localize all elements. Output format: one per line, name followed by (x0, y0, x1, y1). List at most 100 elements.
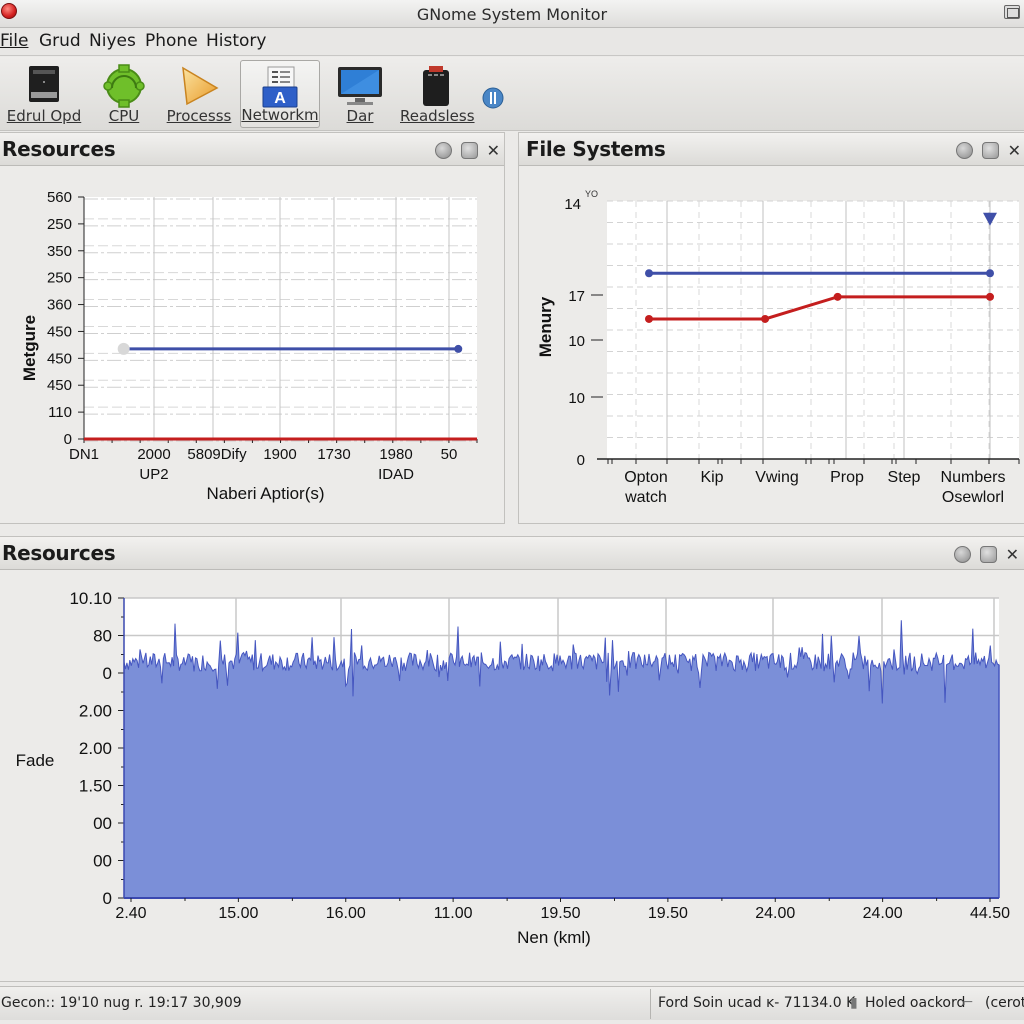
y-tick-label: 450 (47, 350, 72, 367)
x-tick-label: Numbers Osewlorl (941, 469, 1006, 506)
toolbar-button-processs[interactable]: Processs (163, 60, 235, 128)
status-bar: Gecon:: 19'10 nug r. 19:17 30,909 Ford S… (0, 986, 1024, 1020)
menu-niyes[interactable]: Niyes (89, 31, 136, 51)
menu-history[interactable]: History (206, 31, 266, 51)
window-title: GNome System Monitor (416, 5, 608, 24)
menu-grud[interactable]: Grud (39, 31, 81, 51)
restore-icon[interactable] (981, 141, 999, 159)
y-axis-label: Fade (16, 751, 55, 770)
y-tick-label: 110 (48, 404, 72, 421)
panel-title: Resources (2, 541, 116, 565)
x-tick-label: 2.40 (115, 905, 146, 922)
status-right-extra: (cerot (985, 995, 1024, 1011)
toolbar: Edrul Opd CPU Processs A Networkm Dar Re… (0, 57, 1024, 131)
x-axis-label: Nen (kml) (517, 928, 591, 947)
y-tick-label: 250 (47, 270, 72, 287)
network-document-icon: A (262, 66, 298, 108)
toolbar-button-readsless[interactable]: Readsless (400, 60, 475, 128)
restore-icon[interactable] (460, 141, 478, 159)
y-axis-label: Metgure (20, 315, 39, 381)
x-tick-label: 15.00 (218, 905, 258, 922)
toolbar-button-edrul-opd[interactable]: Edrul Opd (6, 60, 82, 128)
x-tick-label: 24.00 (755, 905, 795, 922)
file-systems-panel: File Systems ✕ 14 17 10 10 0 YO Opton watch Kip V… (518, 132, 1024, 524)
series-point-blue (645, 269, 653, 278)
x-tick-label: 1730 (317, 446, 350, 463)
y-tick-label: 360 (47, 297, 72, 314)
toolbar-button-cpu[interactable]: CPU (96, 60, 152, 128)
y-tick-label: 1.50 (79, 777, 112, 796)
x-tick-label: 11.00 (434, 905, 473, 922)
y-tick-label: 250 (47, 216, 72, 233)
y-tick-label: 2.00 (79, 739, 112, 758)
menu-bar: File Grud Niyes Phone History (0, 28, 1024, 56)
series-point-red (761, 314, 770, 323)
y-tick-label: 560 (47, 189, 72, 206)
y-axis-label: Menury (536, 296, 555, 357)
y-tick-label: 10 (568, 333, 585, 350)
y-tick-label: 0 (103, 664, 112, 683)
x-tick-label: Vwing (755, 469, 799, 486)
y-tick-label: 00 (93, 852, 112, 871)
status-separator-icon: ▮ (850, 995, 858, 1011)
monitor-icon (338, 67, 382, 105)
globe-icon[interactable] (953, 545, 971, 563)
info-icon[interactable] (481, 86, 505, 110)
y-tick-label: 0 (577, 452, 585, 469)
cpu-chip-icon (103, 64, 145, 108)
title-bar: GNome System Monitor (0, 0, 1024, 28)
x-tick-label: 1980 IDAD (378, 446, 414, 483)
series-point-start (117, 342, 130, 355)
panel-header: Resources ✕ (0, 133, 504, 166)
x-tick-label: 16.00 (326, 905, 366, 922)
toolbar-button-dar[interactable]: Dar (330, 60, 390, 128)
panel-header: File Systems ✕ (519, 133, 1024, 166)
panel-title: Resources (2, 137, 116, 161)
y-tick-label: 00 (93, 814, 112, 833)
x-tick-label: Step (888, 469, 921, 486)
menu-file[interactable]: File (0, 31, 28, 51)
y-tick-label: 17 (568, 288, 585, 305)
y-tick-label: 10 (568, 390, 585, 407)
x-tick-label: 19.50 (648, 905, 688, 922)
globe-icon[interactable] (955, 141, 973, 159)
globe-icon[interactable] (434, 141, 452, 159)
y-tick-label: 80 (93, 627, 112, 646)
file-systems-chart: 14 17 10 10 0 YO Opton watch Kip Vwing Prop Step Num… (536, 189, 1020, 506)
y-tick-label: 450 (47, 323, 72, 340)
series-point-red (645, 314, 653, 323)
menu-phone[interactable]: Phone (145, 31, 198, 51)
panel-header: Resources ✕ (0, 537, 1024, 570)
x-tick-label: DN1 (69, 446, 99, 463)
status-right-packets: Holed oackord (865, 995, 966, 1011)
x-tick-label: Opton watch (624, 469, 668, 506)
series-point-red (986, 292, 994, 301)
y-tick-label: 350 (47, 243, 72, 260)
resources-bottom-chart: 10.108002.002.001.50000002.40 15.00 16.00 1… (16, 589, 1010, 947)
toolbar-button-network[interactable]: A Networkm (240, 60, 320, 128)
svg-text:A: A (274, 90, 286, 107)
series-point-red (833, 292, 842, 301)
window-maximize-button[interactable] (1004, 5, 1020, 19)
resources-top-chart: 5602503502503604504504501100DN1 2000 UP258… (20, 189, 478, 503)
close-icon[interactable]: ✕ (487, 142, 500, 159)
x-tick-label: Prop (830, 469, 864, 486)
restore-icon[interactable] (979, 545, 997, 563)
x-axis-label: Naberi Aptior(s) (206, 484, 324, 503)
close-icon[interactable]: ✕ (1006, 546, 1019, 563)
play-triangle-icon (182, 66, 219, 106)
x-tick-label: 19.50 (540, 905, 580, 922)
status-right-usage: Ford Soin ucad ĸ- 71134.0 K (658, 995, 856, 1011)
y-tick-label: 10.10 (69, 589, 112, 608)
device-icon (423, 66, 449, 106)
y-tick-label: 450 (47, 377, 72, 394)
x-tick-label: 2000 UP2 (137, 446, 170, 483)
panel-title: File Systems (526, 137, 666, 161)
close-icon[interactable]: ✕ (1008, 142, 1021, 159)
x-tick-label: 50 (441, 446, 458, 463)
status-divider (650, 989, 651, 1019)
y-tick-superscript: YO (585, 189, 598, 199)
status-left: Gecon:: 19'10 nug r. 19:17 30,909 (1, 995, 242, 1011)
series-point-blue (986, 269, 994, 278)
x-tick-label: 44.50 (970, 905, 1010, 922)
